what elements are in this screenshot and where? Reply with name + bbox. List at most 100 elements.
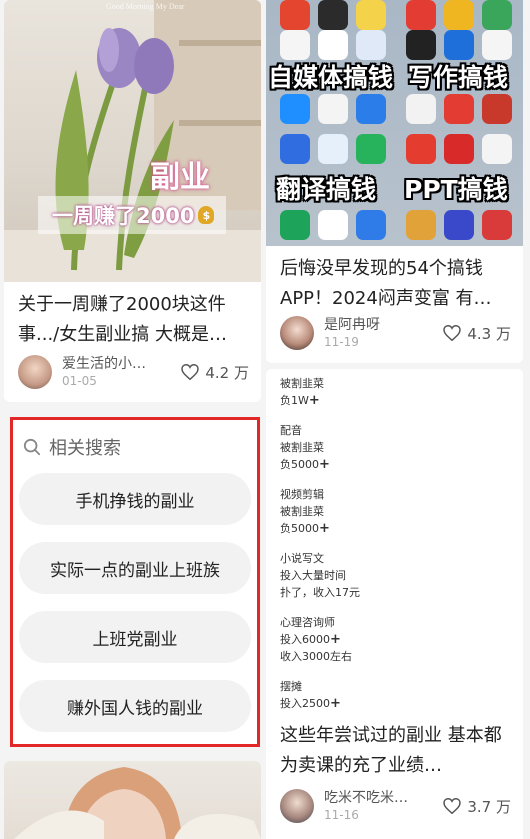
note-card[interactable]: 被割韭菜 负1W+ 配音 被割韭菜 负5000+ 视频剪辑 被割韭菜 负5000… <box>266 369 523 839</box>
app-icon <box>482 210 512 240</box>
app-icon <box>356 210 386 240</box>
related-search-panel: 相关搜索 手机挣钱的副业 实际一点的副业上班族 上班党副业 赚外国人钱的副业 <box>10 417 260 747</box>
note-meta: 吃米不吃米… 11-16 3.7 万 <box>280 789 511 823</box>
app-icon <box>356 0 386 30</box>
app-icon <box>318 0 348 30</box>
text-line: 摆摊 <box>280 680 302 693</box>
text-line-value: 投入6000 <box>280 633 330 646</box>
avatar[interactable] <box>280 789 314 823</box>
post-date: 01-05 <box>62 374 97 388</box>
note-title[interactable]: 这些年尝试过的副业 基本都为卖课的充了业绩… <box>266 711 523 781</box>
text-line: 被割韭菜 <box>280 441 324 454</box>
plus-icon: + <box>319 521 330 536</box>
post-date: 11-19 <box>324 335 359 349</box>
author-block: 爱生活的小… 01-05 <box>62 355 146 389</box>
author-name[interactable]: 吃米不吃米… <box>324 789 408 807</box>
text-note-content: 被割韭菜 负1W+ 配音 被割韭菜 负5000+ 视频剪辑 被割韭菜 负5000… <box>280 375 360 711</box>
note-cover-image[interactable]: 自媒体搞钱 写作搞钱 翻译搞钱 PPT搞钱 <box>266 0 523 246</box>
app-icon <box>482 30 512 60</box>
text-line: 被割韭菜 <box>280 505 324 518</box>
note-card[interactable] <box>4 761 261 839</box>
note-cover-image[interactable] <box>4 761 261 839</box>
app-icon <box>482 0 512 30</box>
text-line-value: 负5000 <box>280 458 319 471</box>
related-search-item[interactable]: 手机挣钱的副业 <box>19 473 251 525</box>
overlay-label: 翻译搞钱 <box>276 175 377 204</box>
app-grid-screenshot <box>266 0 523 246</box>
text-note-group: 视频剪辑 被割韭菜 负5000+ <box>280 486 360 537</box>
like-button[interactable]: 4.3 万 <box>443 323 511 344</box>
text-line: 扑了，收入17元 <box>280 586 360 599</box>
app-icon <box>356 94 386 124</box>
author-block: 是阿冉呀 11-19 <box>324 316 380 350</box>
plus-icon: + <box>308 393 320 408</box>
avatar[interactable] <box>18 355 52 389</box>
app-icon <box>406 210 436 240</box>
overlay-label: 自媒体搞钱 <box>268 63 394 92</box>
app-icon <box>444 94 474 124</box>
like-count: 4.3 万 <box>467 324 511 343</box>
like-count: 3.7 万 <box>467 797 511 816</box>
note-title[interactable]: 后悔没早发现的54个搞钱APP！2024闷声变富 有… <box>266 246 523 314</box>
app-icon <box>482 134 512 164</box>
text-note-group: 配音 被割韭菜 负5000+ <box>280 422 360 473</box>
note-cover-image[interactable]: 被割韭菜 负1W+ 配音 被割韭菜 负5000+ 视频剪辑 被割韭菜 负5000… <box>266 369 523 711</box>
text-note-group: 摆摊 投入2500+ <box>280 678 360 711</box>
overlay-small-caption: Good Morning My Dear <box>106 2 185 11</box>
overlay-label: 写作搞钱 <box>408 63 509 92</box>
app-icon <box>280 30 310 60</box>
note-title[interactable]: 关于一周赚了2000块这件事.../女生副业搞 大概是… <box>4 282 261 350</box>
portrait-photo <box>14 767 261 839</box>
text-line-value: 负1W <box>280 394 309 407</box>
related-search-item[interactable]: 赚外国人钱的副业 <box>19 680 251 732</box>
heart-icon <box>443 325 462 341</box>
heart-icon <box>181 364 200 380</box>
related-search-item[interactable]: 上班党副业 <box>19 611 251 663</box>
app-icon <box>280 210 310 240</box>
text-note-group: 心理咨询师 投入6000+ 收入3000左右 <box>280 614 360 665</box>
text-line: 视频剪辑 <box>280 488 324 501</box>
like-button[interactable]: 4.2 万 <box>181 362 249 383</box>
app-icon <box>406 0 436 30</box>
note-cover-image[interactable]: Good Morning My Dear 副业 一周赚了2000 $ <box>4 0 261 282</box>
app-icon <box>356 30 386 60</box>
app-icon <box>318 134 348 164</box>
app-icon <box>406 134 436 164</box>
plus-icon: + <box>330 696 341 711</box>
text-line: 收入3000左右 <box>280 650 352 663</box>
app-icon <box>280 0 310 30</box>
text-line: 投入大量时间 <box>280 569 346 582</box>
related-search-item[interactable]: 实际一点的副业上班族 <box>19 542 251 594</box>
app-icon <box>318 30 348 60</box>
overlay-title: 副业 <box>150 160 210 195</box>
like-button[interactable]: 3.7 万 <box>443 796 511 817</box>
text-line: 被割韭菜 <box>280 377 324 390</box>
note-meta: 是阿冉呀 11-19 4.3 万 <box>280 316 511 350</box>
heart-icon <box>443 798 462 814</box>
app-icon <box>406 30 436 60</box>
note-card[interactable]: Good Morning My Dear 副业 一周赚了2000 $ 关于一周赚… <box>4 0 261 402</box>
like-count: 4.2 万 <box>205 363 249 382</box>
note-card[interactable]: 自媒体搞钱 写作搞钱 翻译搞钱 PPT搞钱 后悔没早发现的54个搞钱APP！20… <box>266 0 523 363</box>
text-line: 小说写文 <box>280 552 324 565</box>
search-icon <box>23 438 41 456</box>
overlay-label: PPT搞钱 <box>404 175 508 204</box>
text-line: 心理咨询师 <box>280 616 335 629</box>
app-icon <box>280 94 310 124</box>
text-note-group: 小说写文 投入大量时间 扑了，收入17元 <box>280 550 360 601</box>
text-line-value: 投入2500 <box>280 697 330 710</box>
money-bag-icon: $ <box>198 206 215 224</box>
text-note-group: 被割韭菜 负1W+ <box>280 375 360 409</box>
text-line: 配音 <box>280 424 302 437</box>
app-icon <box>444 30 474 60</box>
avatar[interactable] <box>280 316 314 350</box>
text-line: 负5000+ <box>280 456 360 473</box>
author-name[interactable]: 爱生活的小… <box>62 355 146 373</box>
app-icon <box>444 134 474 164</box>
author-block: 吃米不吃米… 11-16 <box>324 789 408 823</box>
post-date: 11-16 <box>324 808 359 822</box>
author-name[interactable]: 是阿冉呀 <box>324 316 380 334</box>
app-icon <box>406 94 436 124</box>
app-icon <box>444 210 474 240</box>
related-search-header: 相关搜索 <box>13 420 257 460</box>
